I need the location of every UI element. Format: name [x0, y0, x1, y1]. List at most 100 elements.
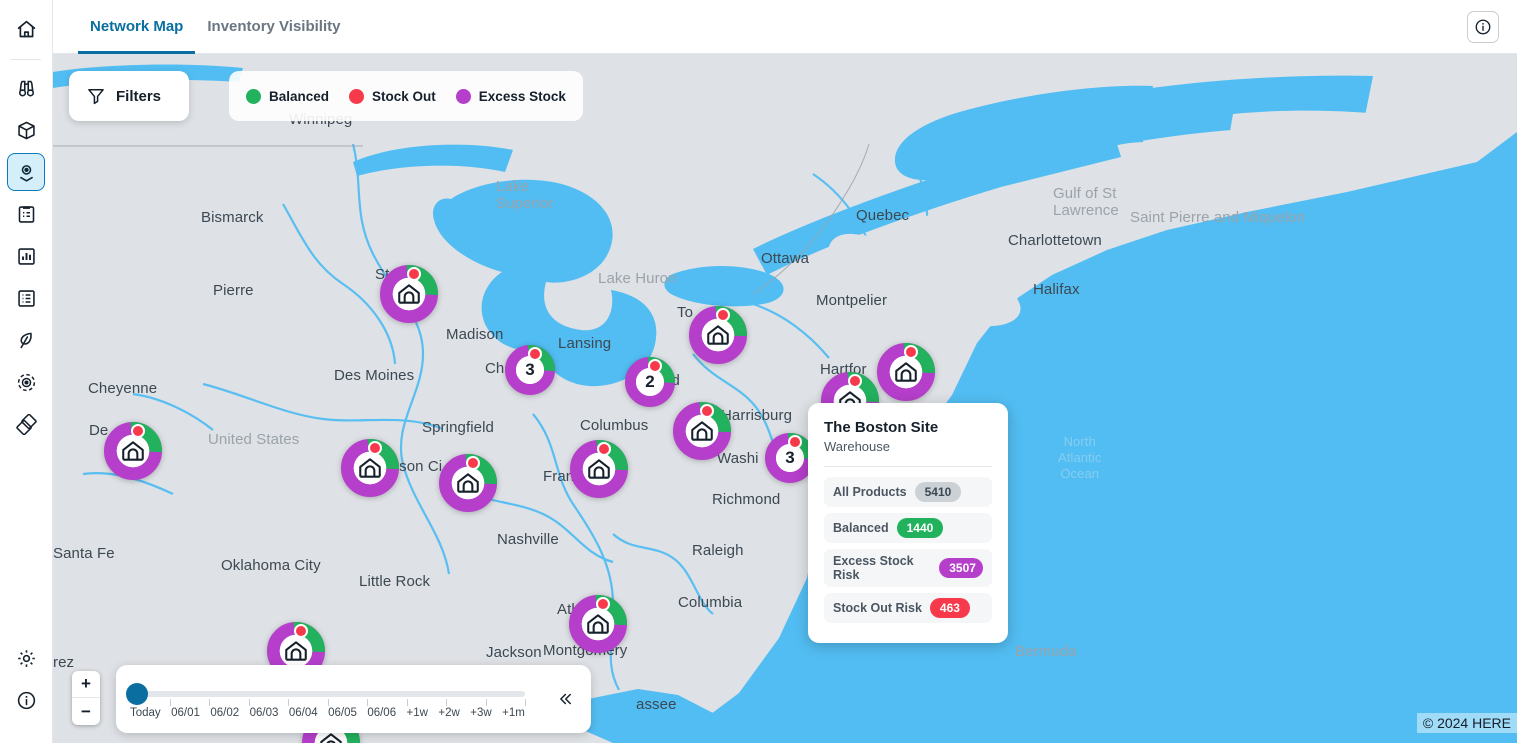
- box-icon: [16, 120, 37, 141]
- topbar-actions: [1467, 11, 1517, 43]
- list-icon: [16, 288, 37, 309]
- timeline-tick: [446, 699, 447, 706]
- timeline-tick-label[interactable]: 06/01: [171, 707, 200, 719]
- sidebar-item-explore[interactable]: [7, 69, 45, 107]
- timeline-collapse-button[interactable]: [539, 690, 591, 708]
- sidebar-item-products[interactable]: [7, 111, 45, 149]
- stat-all-products[interactable]: All Products 5410: [824, 477, 992, 507]
- binoculars-icon: [16, 78, 37, 99]
- tab-inventory-visibility[interactable]: Inventory Visibility: [195, 1, 352, 54]
- stock-out-indicator-dot: [904, 345, 918, 359]
- stock-out-indicator-dot: [597, 442, 611, 456]
- zoom-out-button[interactable]: −: [72, 698, 100, 725]
- gear-icon: [16, 648, 37, 669]
- legend-item-stock-out[interactable]: Stock Out: [349, 89, 436, 104]
- leaf-icon: [16, 330, 37, 351]
- site-detail-popup[interactable]: The Boston Site Warehouse All Products 5…: [808, 403, 1008, 643]
- stock-out-indicator-dot: [528, 347, 542, 361]
- status-legend: Balanced Stock Out Excess Stock: [229, 71, 583, 121]
- map-site-marker[interactable]: [341, 439, 399, 497]
- legend-item-excess-stock[interactable]: Excess Stock: [456, 89, 566, 104]
- map-site-marker[interactable]: [380, 265, 438, 323]
- legend-dot-excess-stock: [456, 89, 471, 104]
- sidebar-item-list[interactable]: [7, 279, 45, 317]
- stock-out-indicator-dot: [716, 308, 730, 322]
- timeline-tick-label[interactable]: Today: [130, 707, 161, 719]
- sidebar-item-settings[interactable]: [7, 639, 45, 677]
- timeline-tick-label[interactable]: 06/04: [289, 707, 318, 719]
- map-site-marker[interactable]: [877, 343, 935, 401]
- timeline-tick-label[interactable]: +1w: [407, 707, 428, 719]
- sidebar-item-info[interactable]: [7, 681, 45, 719]
- sidebar-item-orders[interactable]: [7, 195, 45, 233]
- sidebar-divider: [11, 59, 41, 60]
- stock-out-indicator-dot: [788, 435, 802, 449]
- map-cluster-marker[interactable]: 2: [625, 357, 675, 407]
- help-info-button[interactable]: [1467, 11, 1499, 43]
- tab-network-map[interactable]: Network Map: [78, 1, 195, 54]
- stat-label: Balanced: [833, 521, 889, 535]
- filters-label: Filters: [116, 88, 161, 105]
- legend-label-balanced: Balanced: [269, 89, 329, 104]
- timeline-tick: [367, 699, 368, 706]
- legend-dot-balanced: [246, 89, 261, 104]
- stock-out-indicator-dot: [466, 456, 480, 470]
- target-icon: [16, 372, 37, 393]
- legend-item-balanced[interactable]: Balanced: [246, 89, 329, 104]
- sidebar-item-sustainability[interactable]: [7, 321, 45, 359]
- zoom-in-button[interactable]: +: [72, 671, 100, 698]
- info-circle-icon: [16, 690, 37, 711]
- stat-stock-out-risk[interactable]: Stock Out Risk 463: [824, 593, 992, 623]
- info-circle-icon: [1474, 18, 1492, 36]
- stat-balanced[interactable]: Balanced 1440: [824, 513, 992, 543]
- map-site-marker[interactable]: [689, 306, 747, 364]
- popup-title: The Boston Site: [824, 419, 992, 436]
- timeline-tick: [170, 699, 171, 706]
- warehouse-icon: [705, 322, 731, 348]
- map-site-marker[interactable]: [439, 454, 497, 512]
- timeline-tick-label[interactable]: 06/06: [367, 707, 396, 719]
- timeline-tick-label[interactable]: +3w: [470, 707, 491, 719]
- sidebar-item-home[interactable]: [7, 10, 45, 48]
- stat-label: Stock Out Risk: [833, 601, 922, 615]
- timeline-tick-label[interactable]: 06/03: [250, 707, 279, 719]
- stat-badge: 3507: [939, 558, 983, 578]
- warehouse-icon: [689, 418, 715, 444]
- warehouse-icon: [283, 638, 309, 664]
- warehouse-icon: [120, 438, 146, 464]
- diamond-icon: [16, 414, 37, 435]
- map-site-marker[interactable]: [569, 595, 627, 653]
- sidebar-item-analytics[interactable]: [7, 237, 45, 275]
- timeline-slider-panel: Today 06/01 06/02 06/03 06/04 06/05 06/06 +1w +2…: [116, 665, 591, 733]
- left-sidebar: [0, 0, 53, 743]
- timeline-tick-label[interactable]: 06/05: [328, 707, 357, 719]
- warehouse-icon: [396, 281, 422, 307]
- sidebar-item-integrations[interactable]: [7, 405, 45, 443]
- popup-divider: [824, 466, 992, 467]
- network-map-canvas[interactable]: WinnipegBismarckLakeSuperiorQuebecGulf o…: [53, 54, 1517, 743]
- top-tab-bar: Network Map Inventory Visibility: [53, 0, 1517, 54]
- timeline-track[interactable]: [130, 691, 525, 697]
- legend-label-excess-stock: Excess Stock: [479, 89, 566, 104]
- sidebar-bottom-group: [7, 639, 45, 743]
- sidebar-item-network-map[interactable]: [7, 153, 45, 191]
- map-site-marker[interactable]: [673, 402, 731, 460]
- map-site-marker[interactable]: [104, 422, 162, 480]
- warehouse-icon: [357, 455, 383, 481]
- stat-excess-stock-risk[interactable]: Excess Stock Risk 3507: [824, 549, 992, 587]
- timeline-tick-label[interactable]: +2w: [438, 707, 459, 719]
- filters-button[interactable]: Filters: [69, 71, 189, 121]
- warehouse-icon: [585, 611, 611, 637]
- timeline-tick: [328, 699, 329, 706]
- timeline-tick-label[interactable]: +1m: [502, 707, 525, 719]
- app-root: Network Map Inventory Visibility: [0, 0, 1517, 743]
- stock-out-indicator-dot: [368, 441, 382, 455]
- timeline-tick-label[interactable]: 06/02: [210, 707, 239, 719]
- map-zoom-controls: + −: [72, 671, 100, 725]
- sidebar-item-targets[interactable]: [7, 363, 45, 401]
- map-site-marker[interactable]: [570, 440, 628, 498]
- map-cluster-marker[interactable]: 3: [505, 345, 555, 395]
- chevron-double-left-icon: [554, 690, 576, 708]
- stat-badge: 1440: [897, 518, 944, 538]
- stock-out-indicator-dot: [848, 374, 862, 388]
